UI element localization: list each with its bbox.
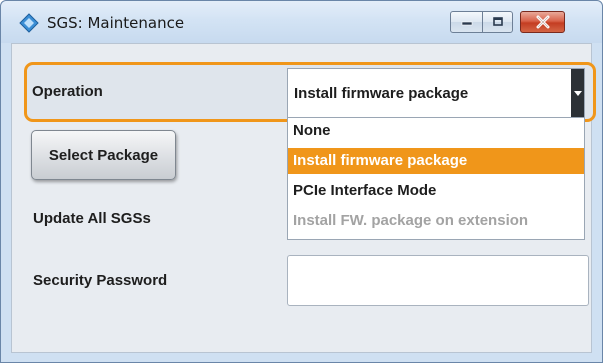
operation-select[interactable]: Install firmware package	[287, 68, 585, 118]
maximize-button[interactable]	[482, 11, 513, 33]
dropdown-option-none[interactable]: None	[288, 118, 584, 144]
close-icon	[536, 15, 549, 29]
update-all-sgss-label: Update All SGSs	[33, 210, 151, 227]
security-password-label: Security Password	[33, 272, 168, 289]
minimize-button[interactable]	[450, 11, 483, 33]
dropdown-option-pcie-interface[interactable]: PCIe Interface Mode	[288, 178, 584, 204]
close-button[interactable]	[520, 11, 565, 33]
security-password-input[interactable]	[287, 255, 589, 306]
operation-selected-value: Install firmware package	[294, 85, 469, 102]
chevron-down-icon[interactable]	[571, 69, 584, 117]
window-title: SGS: Maintenance	[47, 14, 185, 32]
operation-label: Operation	[32, 83, 103, 100]
sgs-app-icon	[19, 13, 39, 33]
dropdown-option-install-on-extension: Install FW. package on extension	[293, 212, 529, 229]
minimize-icon	[461, 21, 472, 26]
dropdown-option-install-firmware[interactable]: Install firmware package	[288, 148, 584, 174]
maximize-icon	[492, 17, 503, 26]
title-bar[interactable]: SGS: Maintenance	[1, 1, 602, 43]
select-package-button[interactable]: Select Package	[31, 130, 176, 180]
operation-dropdown-list: None Install firmware package PCIe Inter…	[287, 118, 585, 240]
